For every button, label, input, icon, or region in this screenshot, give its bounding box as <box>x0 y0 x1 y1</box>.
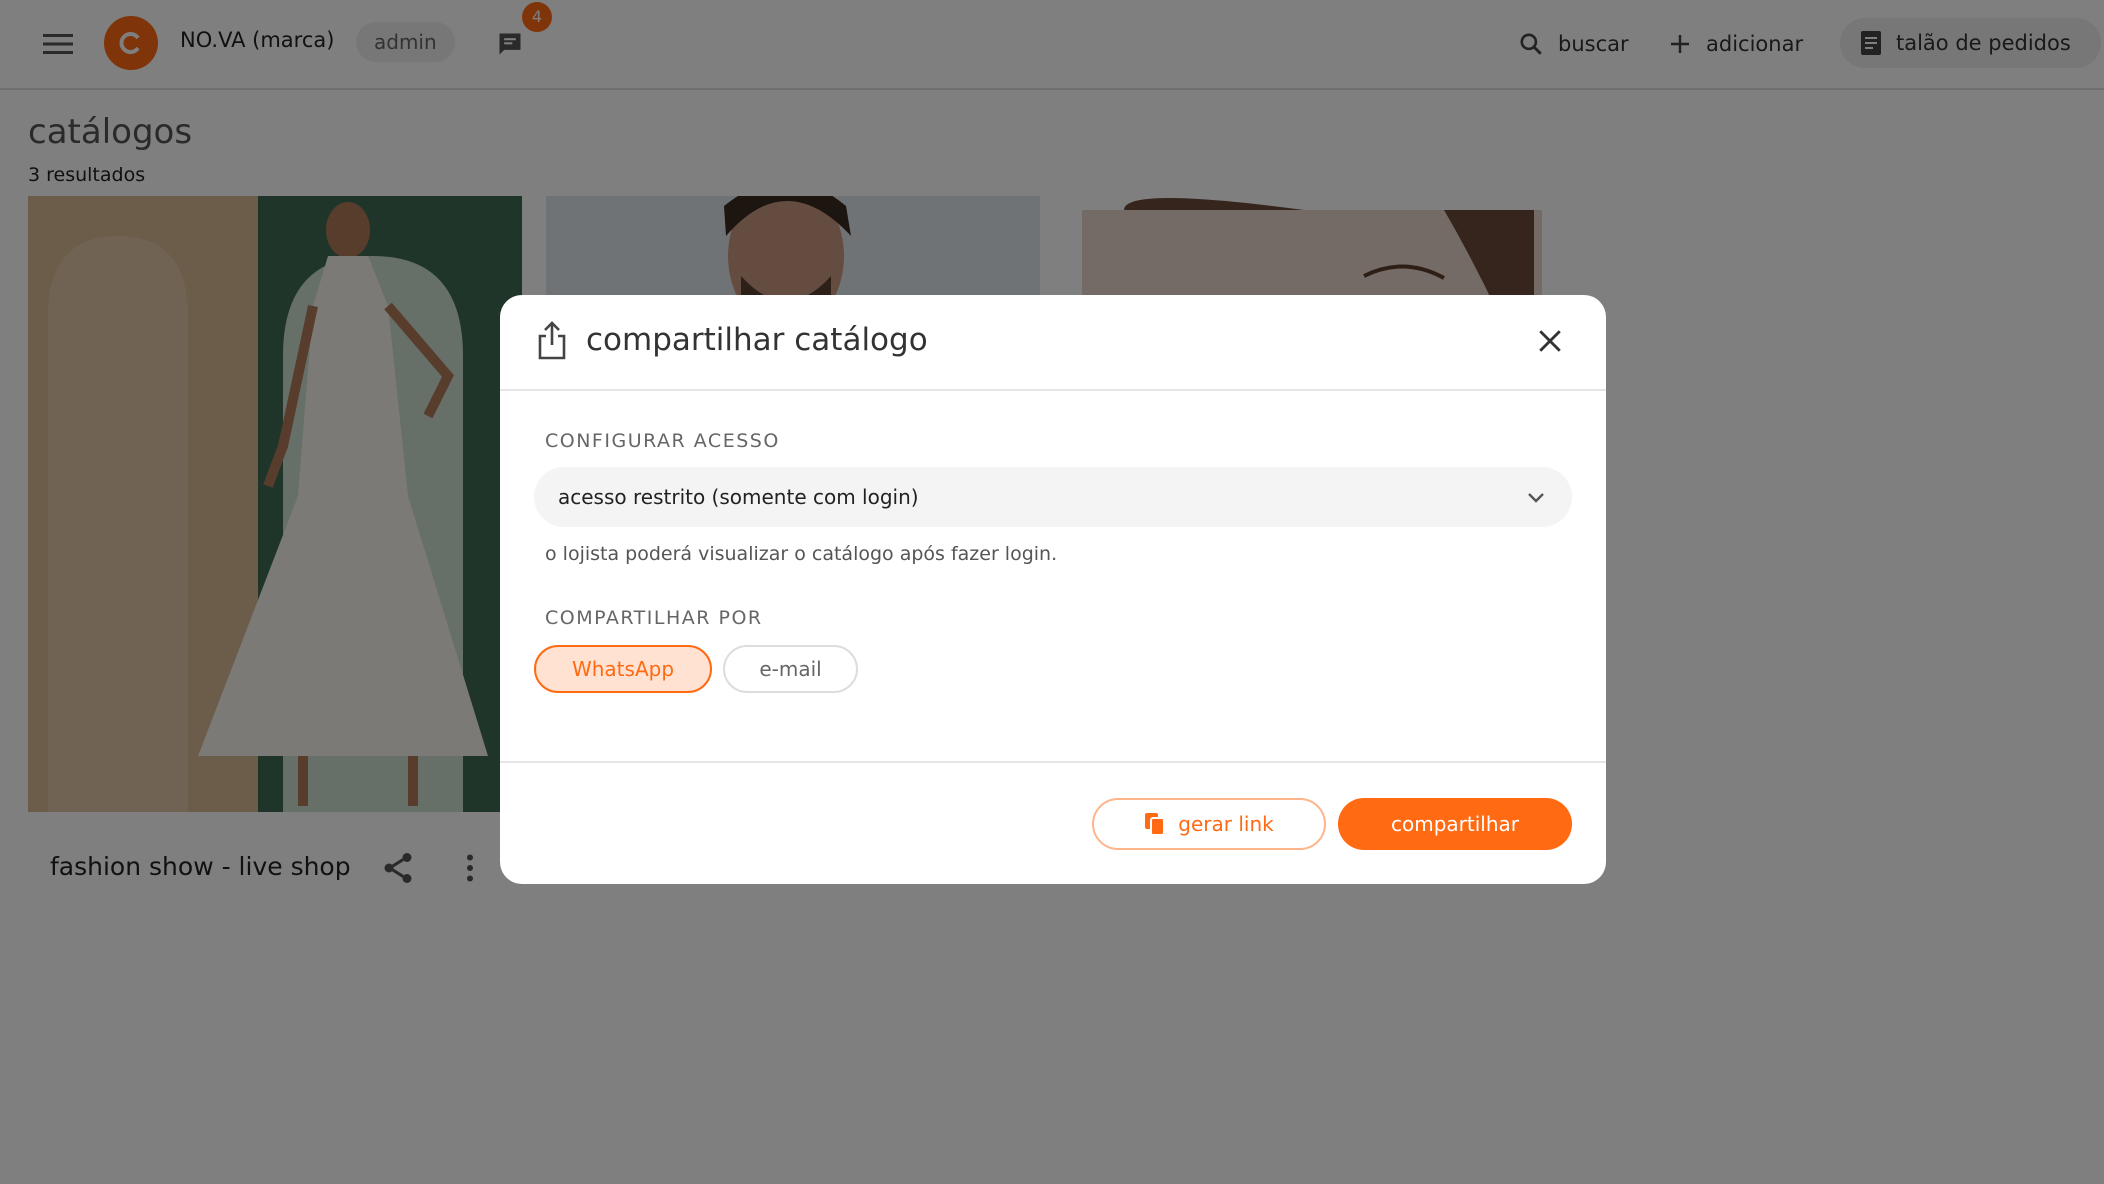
close-icon[interactable] <box>1532 323 1568 359</box>
access-select[interactable]: acesso restrito (somente com login) <box>534 467 1572 527</box>
share-catalog-dialog: compartilhar catálogo CONFIGURAR ACESSO … <box>500 295 1606 884</box>
channel-email-option[interactable]: e-mail <box>723 645 858 693</box>
access-section-label: CONFIGURAR ACESSO <box>545 430 780 452</box>
generate-link-label: gerar link <box>1178 812 1274 836</box>
share-upload-icon <box>536 321 568 361</box>
dialog-header: compartilhar catálogo <box>500 295 1606 391</box>
access-select-value: acesso restrito (somente com login) <box>558 485 919 509</box>
generate-link-button[interactable]: gerar link <box>1092 798 1326 850</box>
access-helper-text: o lojista poderá visualizar o catálogo a… <box>545 543 1058 565</box>
share-by-section-label: COMPARTILHAR POR <box>545 607 763 629</box>
dialog-title: compartilhar catálogo <box>586 322 928 358</box>
chevron-down-icon <box>1528 493 1544 503</box>
dialog-footer: gerar link compartilhar <box>500 761 1606 884</box>
share-button[interactable]: compartilhar <box>1338 798 1572 850</box>
copy-icon <box>1145 813 1166 836</box>
channel-whatsapp-option[interactable]: WhatsApp <box>534 645 712 693</box>
